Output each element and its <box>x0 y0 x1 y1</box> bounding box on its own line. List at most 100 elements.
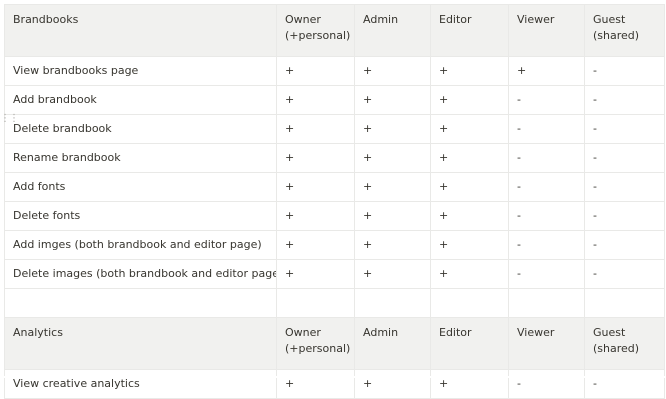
guest-cell[interactable]: - <box>584 201 665 231</box>
owner-cell[interactable]: + <box>276 369 355 399</box>
header-label: Admin <box>363 13 399 26</box>
header-row: Analytics Owner (+personal) Admin Editor View… <box>4 317 665 370</box>
permission-label-cell[interactable]: View brandbooks page <box>4 56 277 86</box>
admin-cell[interactable]: + <box>354 230 431 260</box>
viewer-cell[interactable]: + <box>508 56 585 86</box>
spacer-row <box>4 288 665 318</box>
permission-label-cell[interactable]: View creative analytics <box>4 369 277 399</box>
guest-cell[interactable]: - <box>584 56 665 86</box>
table-row: Add fonts + + + - - <box>4 172 665 202</box>
admin-cell[interactable]: + <box>354 201 431 231</box>
viewer-cell[interactable]: - <box>508 143 585 173</box>
empty-cell[interactable] <box>430 288 509 318</box>
permission-label-cell[interactable]: Add brandbook <box>4 85 277 115</box>
guest-cell[interactable]: - <box>584 143 665 173</box>
editor-cell[interactable]: + <box>430 172 509 202</box>
editor-cell[interactable]: + <box>430 56 509 86</box>
guest-cell[interactable]: - <box>584 172 665 202</box>
owner-cell[interactable]: + <box>276 143 355 173</box>
owner-cell[interactable]: + <box>276 259 355 289</box>
permission-label-cell[interactable]: Delete images (both brandbook and editor… <box>4 259 277 289</box>
header-cell-viewer[interactable]: Viewer <box>508 317 585 370</box>
editor-cell[interactable]: + <box>430 259 509 289</box>
admin-cell[interactable]: + <box>354 172 431 202</box>
viewer-cell[interactable]: - <box>508 230 585 260</box>
viewer-cell[interactable]: - <box>508 114 585 144</box>
table-row: Delete fonts + + + - - <box>4 201 665 231</box>
admin-cell[interactable]: + <box>354 85 431 115</box>
header-label: Admin <box>363 326 399 339</box>
guest-cell[interactable]: - <box>584 230 665 260</box>
header-cell-guest[interactable]: Guest (shared) <box>584 317 665 370</box>
header-cell-owner[interactable]: Owner (+personal) <box>276 4 355 57</box>
header-cell-admin[interactable]: Admin <box>354 4 431 57</box>
editor-cell[interactable]: + <box>430 85 509 115</box>
table-row: View brandbooks page + + + + - <box>4 56 665 86</box>
editor-cell[interactable]: + <box>430 230 509 260</box>
admin-cell[interactable]: + <box>354 114 431 144</box>
table-row: Add imges (both brandbook and editor pag… <box>4 230 665 260</box>
table-row: Delete images (both brandbook and editor… <box>4 259 665 289</box>
table-row: Add brandbook + + + - - <box>4 85 665 115</box>
header-label: Owner <box>285 326 321 339</box>
header-label: Owner <box>285 13 321 26</box>
editor-cell[interactable]: + <box>430 201 509 231</box>
guest-cell[interactable]: - <box>584 369 665 399</box>
owner-cell[interactable]: + <box>276 56 355 86</box>
header-cell-admin[interactable]: Admin <box>354 317 431 370</box>
owner-cell[interactable]: + <box>276 114 355 144</box>
empty-cell[interactable] <box>276 288 355 318</box>
header-cell-permission[interactable]: Brandbooks <box>4 4 277 57</box>
owner-cell[interactable]: + <box>276 201 355 231</box>
admin-cell[interactable]: + <box>354 259 431 289</box>
admin-cell[interactable]: + <box>354 143 431 173</box>
editor-cell[interactable]: + <box>430 114 509 144</box>
permission-label-cell[interactable]: Add imges (both brandbook and editor pag… <box>4 230 277 260</box>
header-cell-editor[interactable]: Editor <box>430 4 509 57</box>
header-label: Editor <box>439 326 472 339</box>
viewer-cell[interactable]: - <box>508 259 585 289</box>
guest-cell[interactable]: - <box>584 85 665 115</box>
header-cell-owner[interactable]: Owner (+personal) <box>276 317 355 370</box>
permission-label-cell[interactable]: Delete fonts <box>4 201 277 231</box>
header-label: Editor <box>439 13 472 26</box>
empty-cell[interactable] <box>4 288 277 318</box>
owner-cell[interactable]: + <box>276 85 355 115</box>
header-cell-editor[interactable]: Editor <box>430 317 509 370</box>
table-row: Rename brandbook + + + - - <box>4 143 665 173</box>
viewer-cell[interactable]: - <box>508 85 585 115</box>
header-label: (shared) <box>593 342 640 355</box>
header-label: (+personal) <box>285 29 351 42</box>
header-label: (+personal) <box>285 342 351 355</box>
owner-cell[interactable]: + <box>276 172 355 202</box>
drag-handle-icon[interactable]: ⋮⋮ <box>0 113 19 125</box>
admin-cell[interactable]: + <box>354 56 431 86</box>
permissions-table: Brandbooks Owner (+personal) Admin Editor Vie… <box>4 4 665 399</box>
permission-label-cell[interactable]: Delete brandbook <box>4 114 277 144</box>
editor-cell[interactable]: + <box>430 143 509 173</box>
header-cell-permission[interactable]: Analytics <box>4 317 277 370</box>
header-label: Brandbooks <box>13 13 79 26</box>
empty-cell[interactable] <box>584 288 665 318</box>
permission-label-cell[interactable]: Add fonts <box>4 172 277 202</box>
header-label: Analytics <box>13 326 63 339</box>
permission-label-cell[interactable]: Rename brandbook <box>4 143 277 173</box>
header-cell-viewer[interactable]: Viewer <box>508 4 585 57</box>
header-label: Viewer <box>517 13 555 26</box>
empty-cell[interactable] <box>508 288 585 318</box>
header-label: (shared) <box>593 29 640 42</box>
header-cell-guest[interactable]: Guest (shared) <box>584 4 665 57</box>
admin-cell[interactable]: + <box>354 369 431 399</box>
header-row: Brandbooks Owner (+personal) Admin Editor Vie… <box>4 4 665 57</box>
guest-cell[interactable]: - <box>584 259 665 289</box>
empty-cell[interactable] <box>354 288 431 318</box>
guest-cell[interactable]: - <box>584 114 665 144</box>
owner-cell[interactable]: + <box>276 230 355 260</box>
table-row: Delete brandbook + + + - - <box>4 114 665 144</box>
viewer-cell[interactable]: - <box>508 369 585 399</box>
editor-cell[interactable]: + <box>430 369 509 399</box>
viewer-cell[interactable]: - <box>508 201 585 231</box>
table-row: View creative analytics + + + - - <box>4 369 665 399</box>
header-label: Guest <box>593 326 626 339</box>
viewer-cell[interactable]: - <box>508 172 585 202</box>
